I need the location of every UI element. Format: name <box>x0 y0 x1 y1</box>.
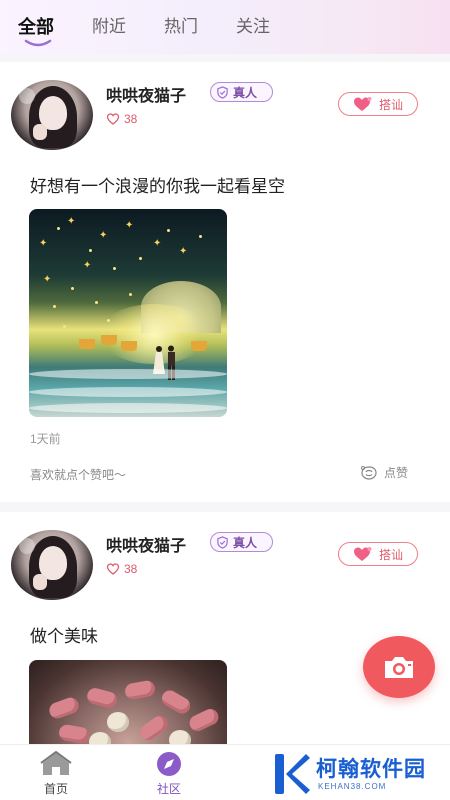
shield-check-icon <box>217 535 228 549</box>
tab-nearby[interactable]: 附近 <box>92 16 126 38</box>
tab-hot-label: 热门 <box>164 17 198 36</box>
nav-community[interactable]: 社区 <box>139 751 199 797</box>
top-tab-bar: 全部 附近 热门 关注 <box>0 0 450 54</box>
like-count: 38 <box>106 562 137 576</box>
heart-outline-icon <box>106 563 120 575</box>
verified-label: 真人 <box>233 535 258 550</box>
like-button[interactable]: 点赞 <box>360 464 408 481</box>
tab-all[interactable]: 全部 <box>18 16 54 47</box>
tab-hot[interactable]: 热门 <box>164 16 198 38</box>
post-text: 好想有一个浪漫的你我一起看星空 <box>30 177 285 196</box>
post-time: 1天前 <box>30 432 61 446</box>
username[interactable]: 哄哄夜猫子 <box>106 532 186 556</box>
tab-all-label: 全部 <box>18 17 54 37</box>
verified-badge: 真人 <box>210 532 273 552</box>
post-card[interactable]: 哄哄夜猫子 真人 38 搭讪 好想有一个浪漫的你我一起看星空 ✦ ✦ ✦ ✦ ✦… <box>0 62 450 502</box>
compass-icon <box>157 752 181 776</box>
post-image[interactable] <box>29 660 227 752</box>
avatar[interactable] <box>11 80 93 150</box>
chat-up-label: 搭讪 <box>378 97 403 112</box>
home-icon <box>40 751 72 775</box>
watermark: 柯翰软件园 KEHAN38.COM <box>272 752 444 796</box>
chat-up-button[interactable]: 搭讪 <box>338 92 418 116</box>
avatar[interactable] <box>11 530 93 600</box>
chat-up-button[interactable]: 搭讪 <box>338 542 418 566</box>
like-count: 38 <box>106 112 137 126</box>
heart-outline-icon <box>106 113 120 125</box>
active-tab-underline <box>24 39 52 47</box>
nav-home[interactable]: 首页 <box>26 751 86 797</box>
heart-icon <box>353 547 372 561</box>
watermark-name: 柯翰软件园 <box>316 757 426 781</box>
nav-community-label: 社区 <box>156 782 181 796</box>
tab-follow[interactable]: 关注 <box>236 16 270 38</box>
post-text: 做个美味 <box>30 627 98 646</box>
tab-follow-label: 关注 <box>236 17 270 36</box>
watermark-logo <box>275 754 310 794</box>
like-flower-icon <box>361 465 377 480</box>
like-count-value: 38 <box>124 562 138 576</box>
camera-icon <box>385 657 413 678</box>
chat-up-label: 搭讪 <box>378 547 403 562</box>
camera-button[interactable] <box>363 636 435 698</box>
shield-check-icon <box>217 85 228 99</box>
like-action-label: 点赞 <box>384 466 409 480</box>
like-hint: 喜欢就点个赞吧～ <box>30 468 127 482</box>
username[interactable]: 哄哄夜猫子 <box>106 82 186 106</box>
verified-badge: 真人 <box>210 82 273 102</box>
post-card[interactable]: 哄哄夜猫子 真人 38 搭讪 做个美味 <box>0 512 450 752</box>
post-image[interactable]: ✦ ✦ ✦ ✦ ✦ ✦ ✦ ✦ <box>29 209 227 417</box>
watermark-url: KEHAN38.COM <box>318 781 387 791</box>
nav-home-label: 首页 <box>43 782 68 796</box>
verified-label: 真人 <box>233 85 258 100</box>
heart-icon <box>353 97 372 111</box>
like-count-value: 38 <box>124 112 138 126</box>
tab-nearby-label: 附近 <box>92 17 126 36</box>
